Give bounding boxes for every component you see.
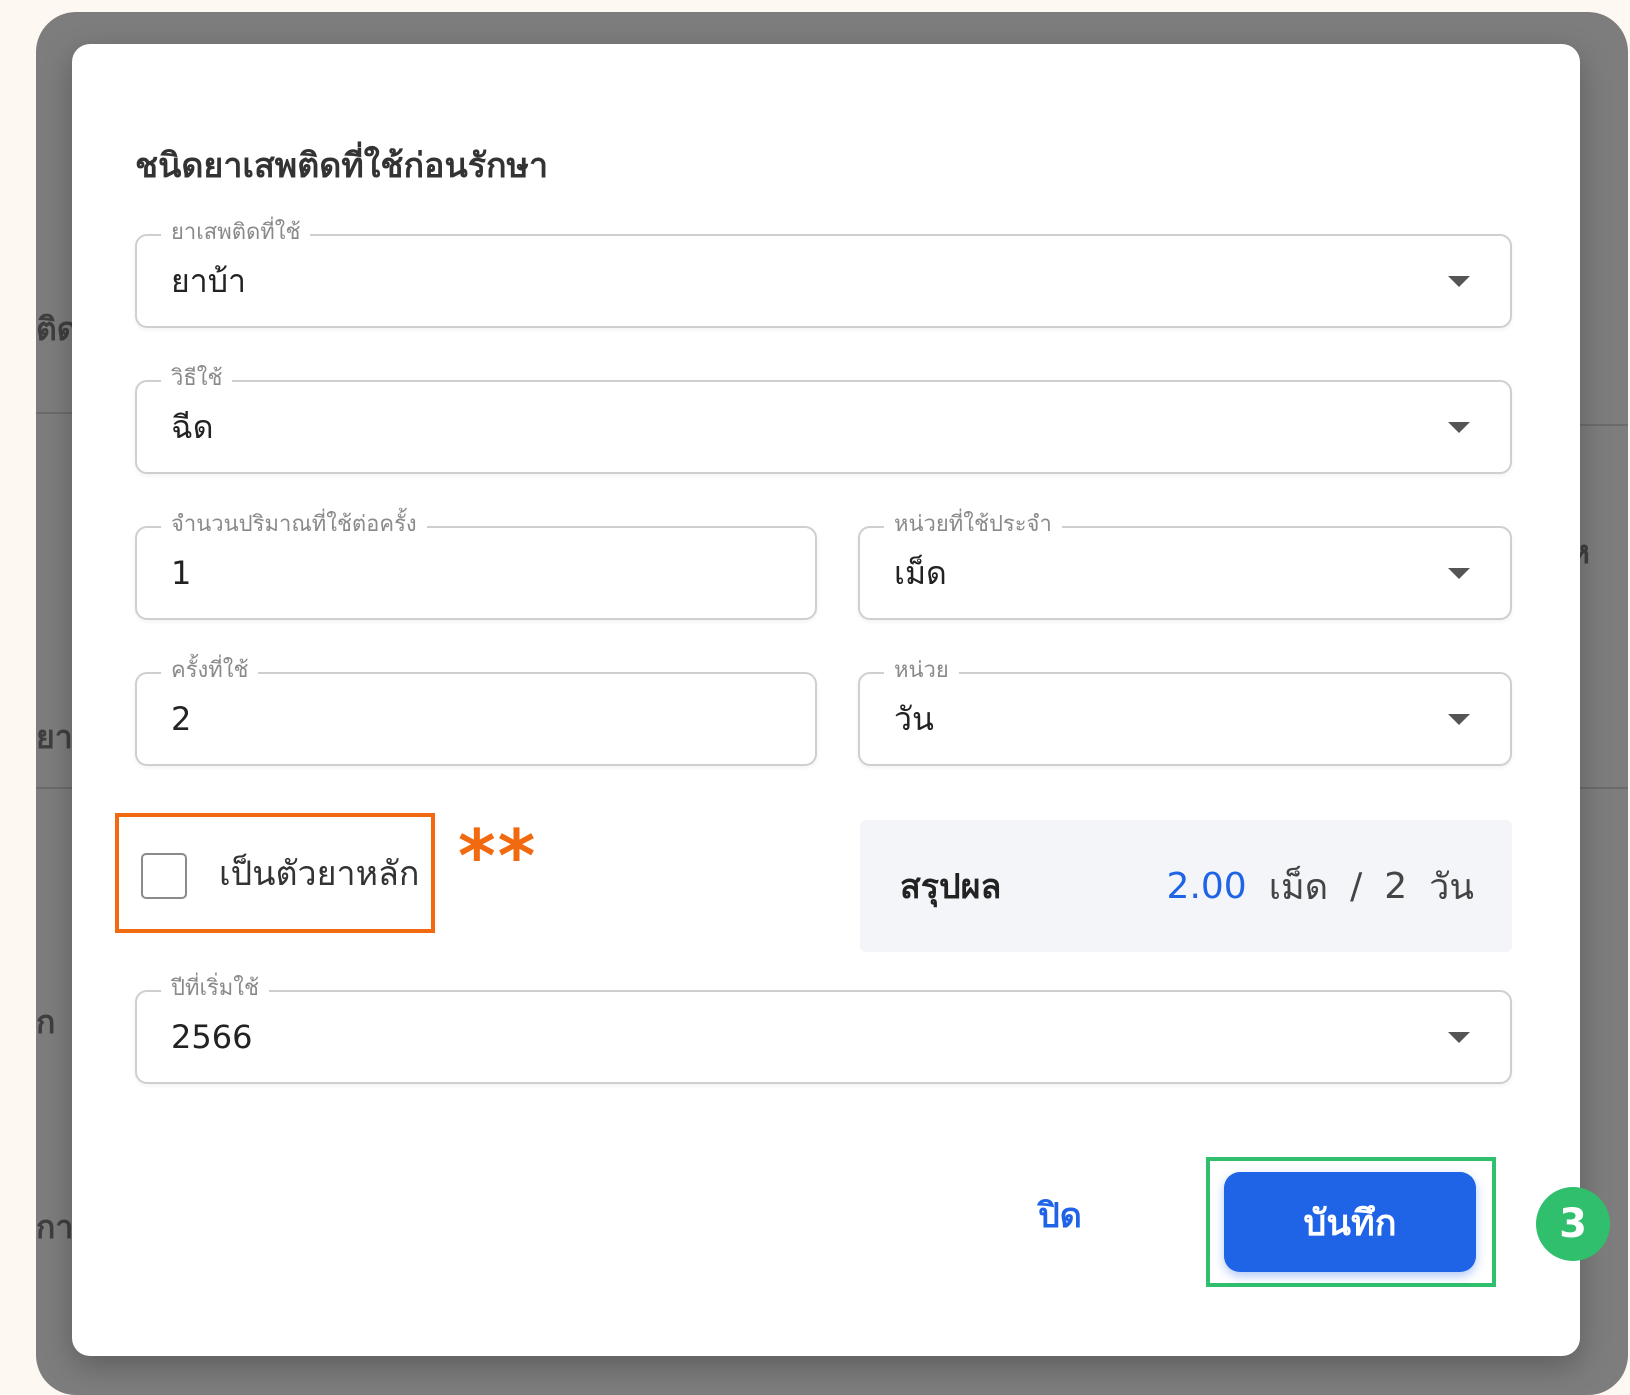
year-select-value: 2566 (171, 1018, 253, 1056)
amount-input-value: 1 (171, 554, 192, 592)
summary-separator: / (1350, 865, 1363, 907)
main-drug-highlight: เป็นตัวยาหลัก (115, 813, 435, 933)
frequency-unit-select[interactable]: หน่วย วัน (858, 656, 1512, 766)
save-button[interactable]: บันทึก (1224, 1172, 1476, 1272)
route-select-value: ฉีด (171, 407, 214, 446)
step-3-badge: 3 (1536, 1187, 1610, 1261)
chevron-down-icon (1448, 422, 1470, 433)
summary-panel: สรุปผล 2.00 เม็ด / 2 วัน (860, 820, 1512, 952)
summary-label: สรุปผล (900, 867, 1002, 907)
frequency-unit-select-value: วัน (894, 699, 934, 738)
background-text: ก (36, 1003, 56, 1041)
summary-period-unit: วัน (1429, 866, 1474, 908)
chevron-down-icon (1448, 714, 1470, 725)
frequency-input[interactable]: ครั้งที่ใช้ 2 (135, 656, 817, 766)
amount-unit-select[interactable]: หน่วยที่ใช้ประจำ เม็ด (858, 510, 1512, 620)
drug-select-value: ยาบ้า (171, 261, 246, 300)
background-divider (1580, 424, 1628, 426)
summary-amount-unit: เม็ด (1268, 866, 1329, 908)
close-button[interactable]: ปิด (1010, 1185, 1110, 1245)
summary-value: 2.00 เม็ด / 2 วัน (1167, 820, 1474, 952)
asterisk-note: ** (458, 814, 538, 898)
background-divider (36, 412, 72, 414)
main-drug-checkbox[interactable] (141, 853, 187, 899)
summary-period: 2 (1384, 865, 1408, 907)
main-drug-label[interactable]: เป็นตัวยาหลัก (219, 817, 419, 929)
chevron-down-icon (1448, 276, 1470, 287)
drug-select[interactable]: ยาเสพติดที่ใช้ ยาบ้า (135, 218, 1512, 328)
dialog-title: ชนิดยาเสพติดที่ใช้ก่อนรักษา (135, 146, 549, 186)
amount-input-label: จำนวนปริมาณที่ใช้ต่อครั้ง (161, 510, 427, 540)
background-text: ยา (36, 718, 73, 756)
frequency-input-value: 2 (171, 700, 192, 738)
route-select[interactable]: วิธีใช้ ฉีด (135, 364, 1512, 474)
chevron-down-icon (1448, 1032, 1470, 1043)
chevron-down-icon (1448, 568, 1470, 579)
background-divider (1580, 787, 1628, 789)
amount-unit-select-value: เม็ด (894, 553, 947, 592)
amount-input[interactable]: จำนวนปริมาณที่ใช้ต่อครั้ง 1 (135, 510, 817, 620)
background-divider (36, 787, 72, 789)
summary-amount: 2.00 (1166, 865, 1247, 907)
year-select[interactable]: ปีที่เริ่มใช้ 2566 (135, 974, 1512, 1084)
